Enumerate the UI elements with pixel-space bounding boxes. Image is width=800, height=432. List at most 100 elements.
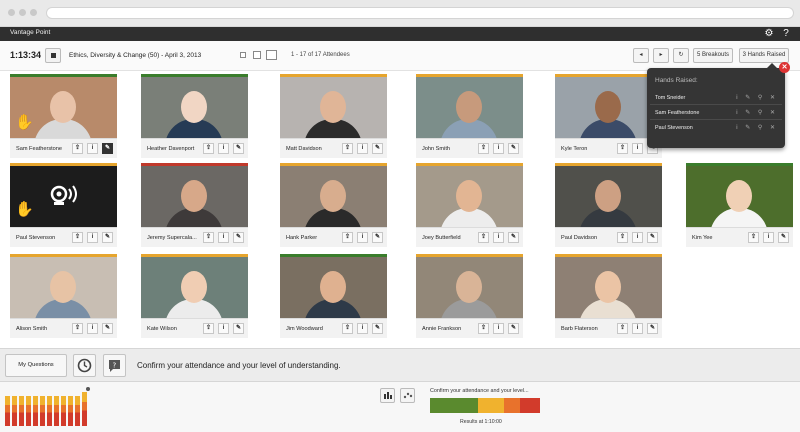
attendee-tile[interactable]: Barb Flaterson ⇪ i ✎ (555, 254, 662, 338)
info-icon[interactable]: i (493, 143, 504, 154)
results-segment (520, 398, 540, 413)
share-icon[interactable]: ⇪ (342, 323, 353, 334)
info-icon[interactable]: i (632, 143, 643, 154)
info-icon[interactable]: i (632, 323, 643, 334)
hands-raised-button[interactable]: 3 Hands Raised (739, 48, 789, 63)
share-icon[interactable]: ⇪ (203, 232, 214, 243)
share-icon[interactable]: ⇪ (342, 232, 353, 243)
pin-icon[interactable]: ✎ (102, 232, 113, 243)
window-dot[interactable] (19, 9, 26, 16)
share-icon[interactable]: ⇪ (617, 323, 628, 334)
share-icon[interactable]: ⇪ (72, 232, 83, 243)
attendee-tile[interactable]: Matt Davidson ⇪ i ✎ (280, 74, 387, 158)
info-icon[interactable]: i (218, 143, 229, 154)
scatter-chart-icon[interactable] (400, 388, 415, 403)
attendee-tile[interactable]: John Smith ⇪ i ✎ (416, 74, 523, 158)
attendee-tile[interactable]: Heather Davenport ⇪ i ✎ (141, 74, 248, 158)
pin-icon[interactable]: ✎ (372, 323, 383, 334)
info-icon[interactable]: i (218, 232, 229, 243)
attendee-name: Kate Wilson (147, 326, 177, 332)
small-grid-view-button[interactable] (240, 52, 246, 58)
address-bar[interactable] (46, 7, 794, 19)
next-page-button[interactable]: ▸ (653, 48, 669, 63)
pin-icon[interactable]: ✎ (647, 323, 658, 334)
info-icon[interactable]: i (632, 232, 643, 243)
row-actions[interactable]: i ✎ ⚲ ✕ (736, 109, 778, 116)
share-icon[interactable]: ⇪ (342, 143, 353, 154)
row-actions[interactable]: i ✎ ⚲ ✕ (736, 94, 778, 101)
attendee-tile[interactable]: Paul Davidson ⇪ i ✎ (555, 163, 662, 247)
question-icon[interactable]: ? (103, 354, 126, 377)
engagement-bar (12, 396, 17, 426)
gear-icon[interactable]: ⚙ (763, 28, 775, 40)
info-icon[interactable]: i (357, 232, 368, 243)
share-icon[interactable]: ⇪ (478, 232, 489, 243)
info-icon[interactable]: i (357, 143, 368, 154)
close-icon[interactable]: ✕ (779, 62, 790, 73)
attendee-tile[interactable]: Alison Smith ⇪ i ✎ (10, 254, 117, 338)
hand-raised-row[interactable]: Tom Sneider i ✎ ⚲ ✕ (650, 91, 782, 105)
share-icon[interactable]: ⇪ (478, 143, 489, 154)
info-icon[interactable]: i (493, 323, 504, 334)
pin-icon[interactable]: ✎ (508, 232, 519, 243)
window-dot[interactable] (8, 9, 15, 16)
share-icon[interactable]: ⇪ (617, 232, 628, 243)
bar-chart-icon[interactable] (380, 388, 395, 403)
attendee-tile[interactable]: Joey Butterfield ⇪ i ✎ (416, 163, 523, 247)
attendee-tile[interactable]: Kyle Teron ⇪ i ✎ (555, 74, 662, 158)
prev-page-button[interactable]: ◂ (633, 48, 649, 63)
pin-icon[interactable]: ✎ (102, 143, 113, 154)
info-icon[interactable]: i (357, 323, 368, 334)
pin-icon[interactable]: ✎ (233, 232, 244, 243)
share-icon[interactable]: ⇪ (203, 323, 214, 334)
info-icon[interactable]: i (493, 232, 504, 243)
large-grid-view-button[interactable] (266, 50, 277, 60)
window-dot[interactable] (30, 9, 37, 16)
tile-footer: Annie Frankson ⇪ i ✎ (416, 318, 523, 338)
timer-icon[interactable] (73, 354, 96, 377)
pin-icon[interactable]: ✎ (102, 323, 113, 334)
video-feed (686, 166, 793, 227)
attendee-tile[interactable]: Jeremy Supercala... ⇪ i ✎ (141, 163, 248, 247)
info-icon[interactable]: i (763, 232, 774, 243)
my-questions-button[interactable]: My Questions (5, 354, 67, 377)
pin-icon[interactable]: ✎ (647, 232, 658, 243)
attendee-tile[interactable]: ✋ Sam Featherstone ⇪ i ✎ (10, 74, 117, 158)
share-icon[interactable]: ⇪ (748, 232, 759, 243)
info-icon[interactable]: i (218, 323, 229, 334)
question-text: Confirm your attendance and your level o… (137, 361, 341, 370)
refresh-icon[interactable]: ↻ (673, 48, 689, 63)
row-actions[interactable]: i ✎ ⚲ ✕ (736, 124, 778, 131)
engagement-marker (86, 387, 90, 391)
attendee-tile[interactable]: Jim Woodward ⇪ i ✎ (280, 254, 387, 338)
pin-icon[interactable]: ✎ (372, 232, 383, 243)
share-icon[interactable]: ⇪ (617, 143, 628, 154)
attendee-tile[interactable]: Hank Parker ⇪ i ✎ (280, 163, 387, 247)
attendee-tile[interactable]: ✋ Paul Stevenson ⇪ i ✎ (10, 163, 117, 247)
help-icon[interactable]: ? (780, 28, 792, 40)
attendee-tile[interactable]: Kate Wilson ⇪ i ✎ (141, 254, 248, 338)
share-icon[interactable]: ⇪ (203, 143, 214, 154)
info-icon[interactable]: i (87, 323, 98, 334)
tile-footer: Kim Yee ⇪ i ✎ (686, 227, 793, 247)
pin-icon[interactable]: ✎ (233, 143, 244, 154)
share-icon[interactable]: ⇪ (72, 143, 83, 154)
stop-button[interactable] (45, 48, 61, 63)
medium-grid-view-button[interactable] (253, 51, 261, 59)
hand-raised-row[interactable]: Sam Featherstone i ✎ ⚲ ✕ (650, 106, 782, 120)
hand-raised-row[interactable]: Paul Stevenson i ✎ ⚲ ✕ (650, 121, 782, 135)
attendee-tile[interactable]: Annie Frankson ⇪ i ✎ (416, 254, 523, 338)
pin-icon[interactable]: ✎ (508, 323, 519, 334)
share-icon[interactable]: ⇪ (72, 323, 83, 334)
person-face (595, 180, 621, 212)
info-icon[interactable]: i (87, 143, 98, 154)
breakouts-button[interactable]: 5 Breakouts (693, 48, 733, 63)
video-feed: ✋ (10, 166, 117, 227)
pin-icon[interactable]: ✎ (778, 232, 789, 243)
attendee-tile[interactable]: Kim Yee ⇪ i ✎ (686, 163, 793, 247)
share-icon[interactable]: ⇪ (478, 323, 489, 334)
pin-icon[interactable]: ✎ (233, 323, 244, 334)
pin-icon[interactable]: ✎ (372, 143, 383, 154)
pin-icon[interactable]: ✎ (508, 143, 519, 154)
info-icon[interactable]: i (87, 232, 98, 243)
